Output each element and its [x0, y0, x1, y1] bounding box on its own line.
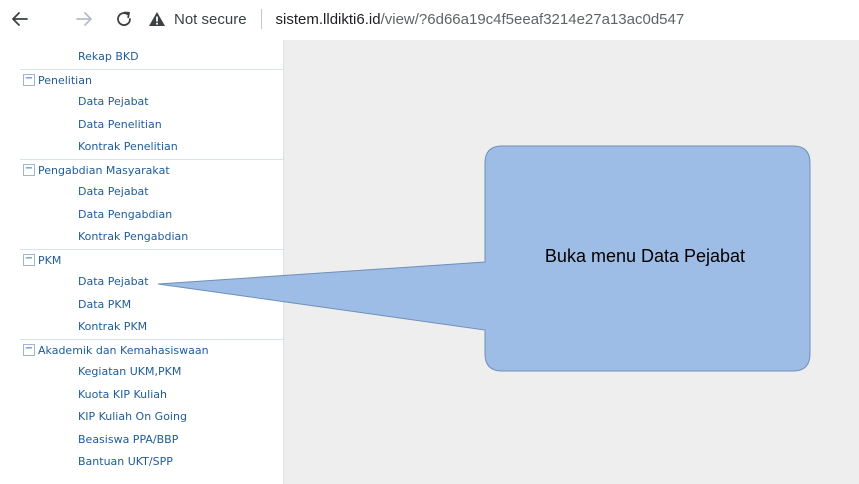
sidebar-item-label: Data PKM [78, 297, 132, 311]
sidebar-item-label: Data Pejabat [78, 95, 149, 108]
sidebar-item-label: Beasiswa PPA/BBP [78, 432, 179, 446]
sidebar-item-label: Kuota KIP Kuliah [78, 387, 167, 401]
back-arrow-icon [12, 12, 28, 26]
address-separator [260, 9, 262, 29]
sidebar-item-label: Data Penelitian [78, 117, 162, 131]
reload-button[interactable] [110, 5, 138, 33]
sidebar-section-label: Penelitian [38, 73, 92, 87]
left-margin [0, 40, 20, 484]
sidebar-section-label: PKM [38, 253, 62, 267]
browser-toolbar: Not secure sistem.lldikti6.id/view/?6d66… [0, 0, 859, 40]
sidebar-item-label: Rekap BKD [78, 50, 139, 63]
sidebar-item-label: Data Pejabat [78, 275, 149, 288]
sidebar-item[interactable]: Kontrak Pengabdian [20, 226, 283, 248]
forward-arrow-icon [76, 12, 92, 26]
sidebar-item[interactable]: Rekap BKD [20, 46, 283, 68]
sidebar-item[interactable]: Data Pejabat [20, 91, 283, 113]
sidebar-section[interactable]: − PKM [20, 248, 283, 272]
sidebar-item[interactable]: Data Pejabat [20, 271, 283, 293]
sidebar-item[interactable]: Data PKM [20, 294, 283, 316]
url-path: /view/?6d66a19c4f5eeaf3214e27a13ac0d547 [380, 10, 685, 28]
sidebar-item-label: KIP Kuliah On Going [78, 410, 187, 423]
sidebar-item[interactable]: Kuota KIP Kuliah [20, 384, 283, 406]
sidebar-item[interactable]: Kontrak PKM [20, 316, 283, 338]
back-button[interactable] [6, 5, 34, 33]
sidebar-item-label: Kontrak Pengabdian [78, 230, 189, 243]
security-status-label[interactable]: Not secure [174, 11, 247, 28]
sidebar-item[interactable]: Beasiswa PPA/BBP [20, 429, 283, 451]
url-host: sistem.lldikti6.id [275, 10, 381, 28]
sidebar-item[interactable]: Kontrak Penelitian [20, 136, 283, 158]
address-bar[interactable]: Not secure sistem.lldikti6.id/view/?6d66… [148, 6, 684, 32]
collapse-toggle-icon[interactable]: − [23, 73, 35, 86]
callout-text: Buka menu Data Pejabat [544, 246, 746, 266]
collapse-toggle-icon[interactable]: − [23, 163, 35, 176]
forward-button[interactable] [70, 5, 98, 33]
sidebar-item-label: Data Pengabdian [78, 207, 173, 221]
sidebar-item[interactable]: Kegiatan UKM,PKM [20, 361, 283, 383]
collapse-toggle-icon[interactable]: − [23, 253, 35, 266]
sidebar-item-label: Kontrak Penelitian [78, 140, 178, 153]
sidebar-item-label: Kegiatan UKM,PKM [78, 365, 182, 378]
sidebar-section-label: Akademik dan Kemahasiswaan [38, 343, 209, 357]
url-text[interactable]: sistem.lldikti6.id/view/?6d66a19c4f5eeaf… [276, 11, 685, 28]
sidebar-item[interactable]: KIP Kuliah On Going [20, 406, 283, 428]
reload-icon [117, 11, 131, 26]
sidebar-section[interactable]: − Pengabdian Masyarakat [20, 158, 283, 182]
sidebar-item-label: Kontrak PKM [78, 320, 148, 333]
sidebar-item[interactable]: Data Pengabdian [20, 204, 283, 226]
collapse-toggle-icon[interactable]: − [23, 343, 35, 356]
sidebar-item[interactable]: Bantuan UKT/SPP [20, 451, 283, 473]
sidebar-item-label: Data Pejabat [78, 185, 149, 198]
sidebar-item[interactable]: Data Penelitian [20, 114, 283, 136]
sidebar-item-label: Bantuan UKT/SPP [78, 455, 173, 468]
sidebar-item[interactable]: Data Pejabat [20, 181, 283, 203]
warning-triangle-icon [149, 12, 165, 26]
sidebar-section[interactable]: − Penelitian [20, 68, 283, 92]
sidebar-menu: Rekap BKD − Penelitian Data Pejabat Data Pen… [20, 40, 284, 484]
sidebar-section[interactable]: − Akademik dan Kemahasiswaan [20, 338, 283, 362]
sidebar-section-label: Pengabdian Masyarakat [38, 163, 170, 177]
